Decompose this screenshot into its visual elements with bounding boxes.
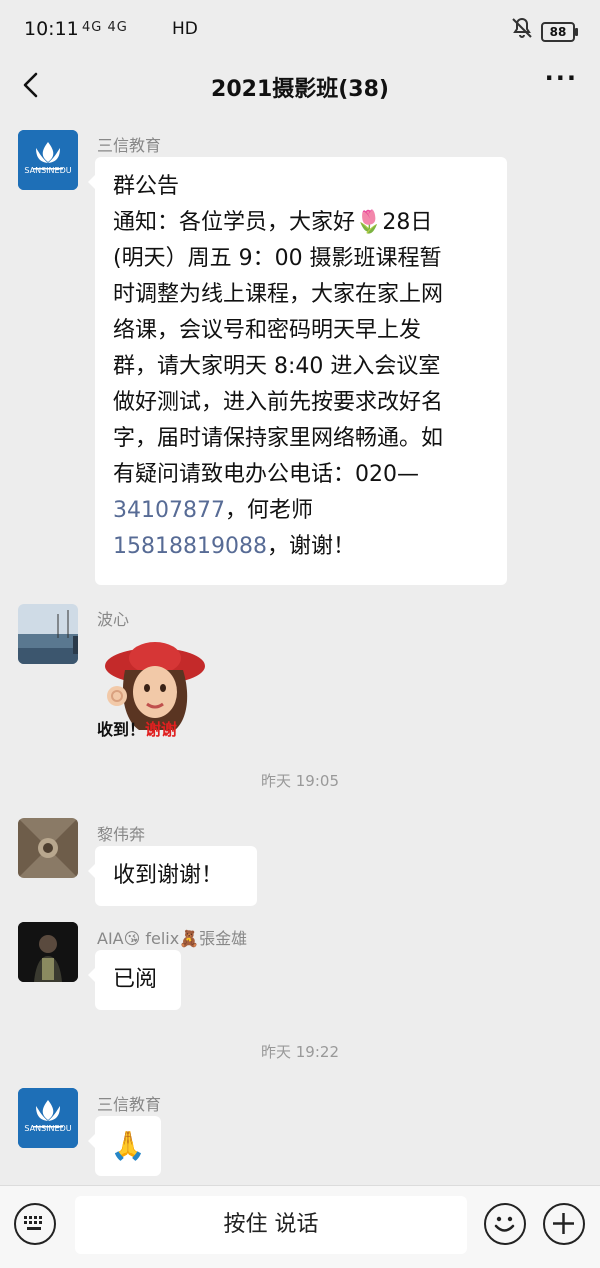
mute-icon [512, 17, 532, 38]
avatar-zhangjinxiong[interactable] [18, 922, 78, 982]
phone-link[interactable]: 34107877 [113, 498, 225, 523]
emoji-icon[interactable] [484, 1203, 526, 1245]
announcement-line: 15818819088，谢谢！ [113, 529, 489, 565]
sticker-caption: 收到！ [97, 720, 146, 739]
timestamp: 昨天 19:05 [261, 772, 339, 790]
seascape-avatar-image [18, 604, 78, 664]
avatar-sanxin[interactable]: SANSINEDU [18, 130, 78, 190]
sticker-caption-highlight: 谢谢 [145, 720, 178, 739]
portrait-avatar-image [18, 922, 78, 982]
message-bubble[interactable]: 已阅 [88, 950, 181, 1010]
announcement-line: (明天）周五 9：00 摄影班课程暂 [113, 246, 442, 271]
network-indicator: 4G 4G [82, 20, 128, 35]
announcement-line: 有疑问请致电办公电话：020— [113, 462, 419, 487]
logo-icon [18, 1088, 78, 1148]
sender-name: AIA😘 felix🧸張金雄 [97, 929, 248, 948]
phone-link[interactable]: 15818819088 [113, 534, 267, 559]
battery-indicator: 88 [541, 22, 578, 42]
announcement-line: 34107877，何老师 [113, 493, 489, 529]
smiley-glyph [494, 1216, 515, 1232]
announcement-title: 群公告 [113, 174, 180, 199]
keyboard-icon[interactable] [14, 1203, 56, 1245]
more-options-icon[interactable]: ··· [545, 64, 578, 92]
hd-indicator: HD [172, 19, 198, 39]
announcement-line: 络课，会议号和密码明天早上发 [113, 318, 422, 343]
message-bubble[interactable]: 收到谢谢！ [88, 846, 257, 906]
input-bar: 按住 说话 [0, 1185, 600, 1268]
chat-header: 2021摄影班(38) ··· [0, 58, 600, 112]
announcement-text: ，谢谢！ [266, 534, 355, 559]
chat-title: 2021摄影班(38) [211, 77, 389, 102]
sender-name: 三信教育 [97, 1095, 162, 1114]
plus-icon[interactable] [543, 1203, 585, 1245]
avatar-sanxin[interactable]: SANSINEDU [18, 1088, 78, 1148]
sender-name: 黎伟奔 [97, 825, 146, 844]
announcement-bubble[interactable]: 群公告 通知：各位学员，大家好🌷28日 (明天）周五 9：00 摄影班课程暂 时… [88, 157, 507, 585]
announcement-line: 群，请大家明天 8:40 进入会议室 [113, 354, 441, 379]
status-time: 10:11 [24, 18, 79, 40]
avatar-label: SANSINEDU [24, 1124, 72, 1133]
avatar-boxin[interactable] [18, 604, 78, 664]
sticker-image[interactable]: 收到！谢谢 [95, 630, 207, 742]
logo-icon [18, 130, 78, 190]
announcement-line: 做好测试，进入前先按要求改好名 [113, 390, 444, 415]
architecture-avatar-image [18, 818, 78, 878]
keyboard-glyph [24, 1216, 42, 1230]
timestamp: 昨天 19:22 [261, 1043, 339, 1061]
hold-to-talk-button[interactable]: 按住 说话 [75, 1196, 467, 1254]
avatar-label: SANSINEDU [24, 166, 72, 175]
announcement-line: 通知：各位学员，大家好🌷28日 [113, 210, 433, 235]
announcement-text: ，何老师 [224, 498, 313, 523]
status-bar: 10:11 4G 4G HD 88 [0, 0, 600, 58]
sender-name: 波心 [97, 610, 130, 629]
avatar-liweiben[interactable] [18, 818, 78, 878]
emoji-bubble[interactable]: 🙏 [88, 1116, 161, 1176]
plus-glyph [553, 1213, 574, 1234]
announcement-line: 字，届时请保持家里网络畅通。如 [113, 426, 444, 451]
announcement-line: 时调整为线上课程，大家在家上网 [113, 282, 444, 307]
sender-name: 三信教育 [97, 136, 162, 155]
